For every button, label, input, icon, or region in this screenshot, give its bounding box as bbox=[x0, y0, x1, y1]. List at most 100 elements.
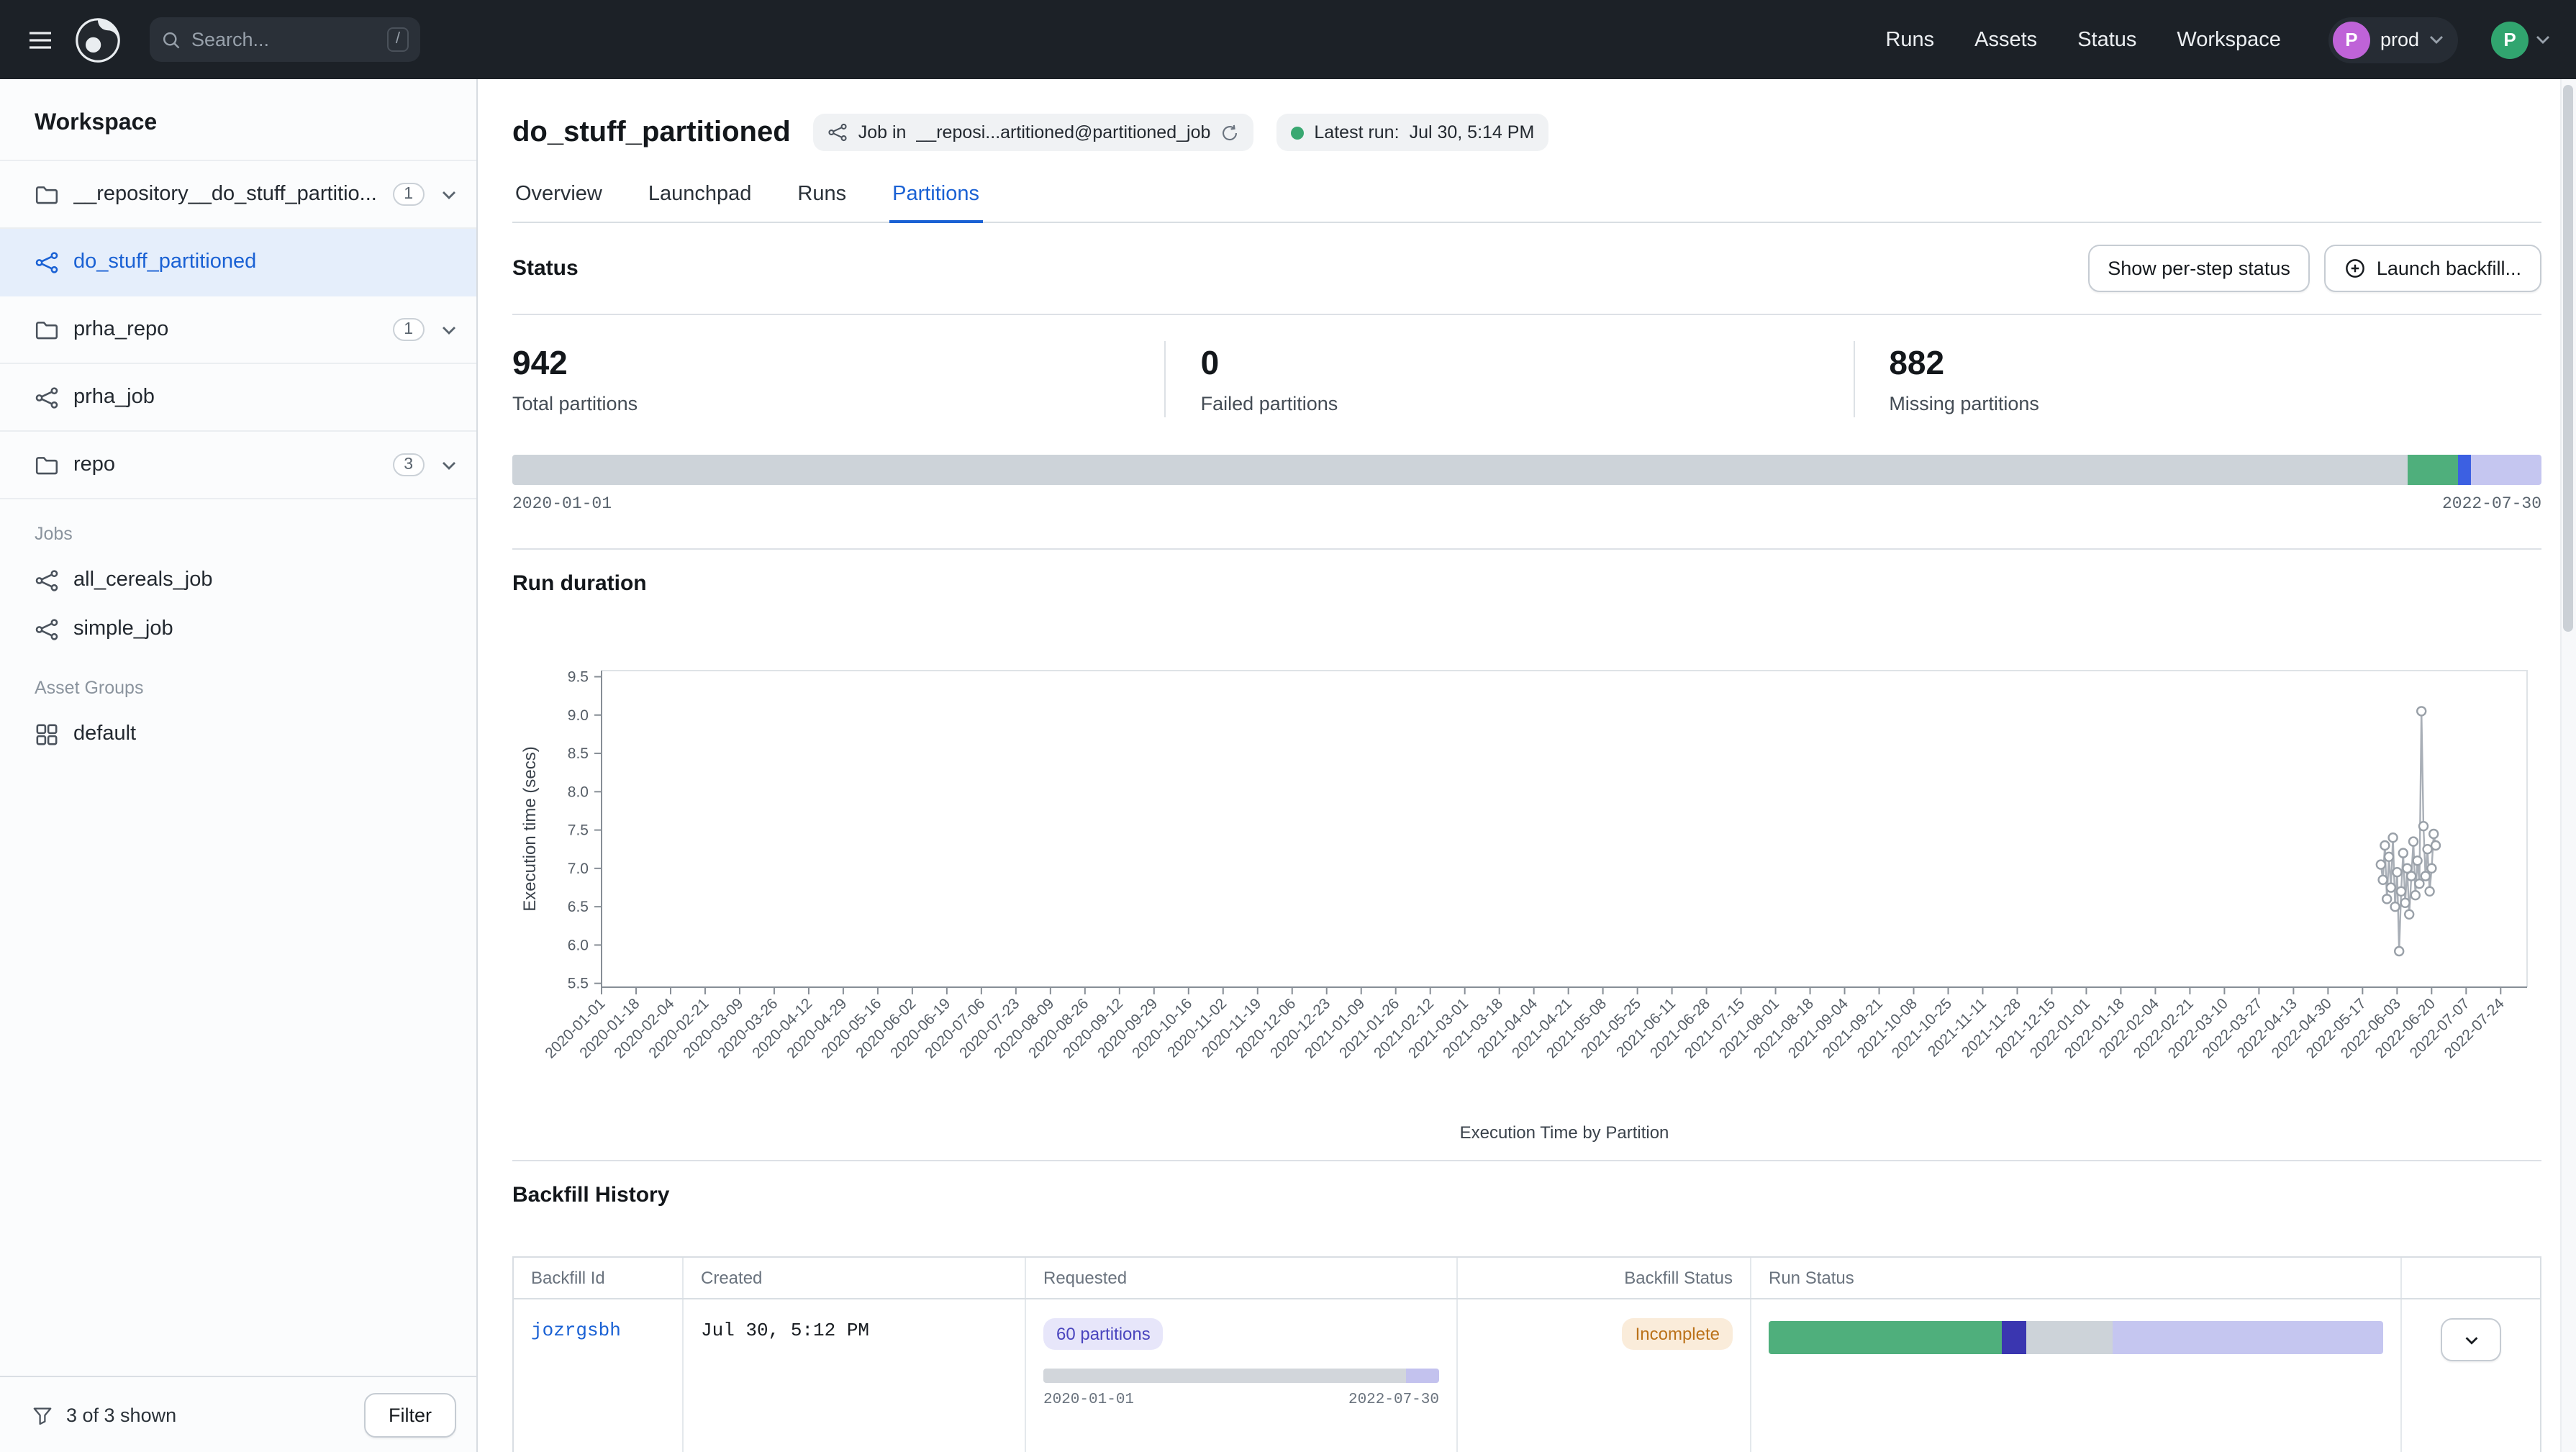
sidebar-item-prha-job[interactable]: prha_job bbox=[0, 364, 476, 432]
shown-count: 3 of 3 shown bbox=[66, 1404, 176, 1425]
job-icon bbox=[35, 250, 59, 274]
backfill-status-cell: Incomplete bbox=[1458, 1299, 1751, 1452]
dagster-logo[interactable] bbox=[73, 15, 122, 64]
chevron-down-icon bbox=[2536, 35, 2550, 45]
count-badge: 1 bbox=[392, 183, 425, 206]
sidebar-item-default[interactable]: default bbox=[0, 709, 476, 758]
launch-backfill-button[interactable]: Launch backfill... bbox=[2325, 245, 2541, 292]
svg-text:7.0: 7.0 bbox=[568, 861, 589, 877]
job-location-prefix: Job in bbox=[858, 122, 907, 142]
requested-partitions-badge[interactable]: 60 partitions bbox=[1043, 1318, 1164, 1350]
backfill-id-cell: jozrgsbh bbox=[514, 1299, 684, 1452]
partition-status-bar[interactable] bbox=[512, 455, 2541, 485]
user-avatar: P bbox=[2491, 21, 2529, 58]
bar-segment bbox=[1405, 1369, 1439, 1383]
deployment-avatar: P bbox=[2333, 21, 2370, 58]
bar-segment-missing bbox=[512, 455, 2408, 485]
sidebar-item-label: __repository__do_stuff_partitio... bbox=[73, 183, 377, 206]
run-duration-heading: Run duration bbox=[512, 571, 647, 596]
run-duration-section: Run duration 5.56.06.57.07.58.08.59.09.5… bbox=[512, 548, 2541, 1160]
dagster-logo-icon bbox=[73, 15, 122, 64]
chevron-down-icon bbox=[2462, 1330, 2480, 1349]
show-per-step-status-label: Show per-step status bbox=[2108, 258, 2290, 279]
stat-failed-partitions: 0 Failed partitions bbox=[1165, 341, 1854, 417]
run-status-bar[interactable] bbox=[1769, 1321, 2383, 1354]
bar-segment bbox=[1043, 1369, 1405, 1383]
requested-range-end: 2022-07-30 bbox=[1348, 1392, 1439, 1409]
tab-runs[interactable]: Runs bbox=[794, 183, 849, 222]
scrollbar-thumb[interactable] bbox=[2563, 85, 2573, 632]
sidebar-item-all-cereals-job[interactable]: all_cereals_job bbox=[0, 555, 476, 604]
app-root: / Runs Assets Status Workspace P prod P Wor… bbox=[0, 0, 2576, 1452]
svg-text:5.5: 5.5 bbox=[568, 976, 589, 992]
requested-range: 2020-01-012022-07-30 bbox=[1043, 1392, 1439, 1409]
tab-overview[interactable]: Overview bbox=[512, 183, 605, 222]
workspace-title: Workspace bbox=[0, 79, 476, 160]
search-input[interactable] bbox=[191, 29, 377, 50]
folder-icon bbox=[35, 182, 59, 207]
svg-text:9.0: 9.0 bbox=[568, 707, 589, 724]
nav-link-status[interactable]: Status bbox=[2077, 28, 2136, 51]
sidebar-item-repo[interactable]: repo3 bbox=[0, 432, 476, 499]
sidebar-item-label: simple_job bbox=[73, 617, 173, 640]
backfill-id-link[interactable]: jozrgsbh bbox=[531, 1320, 621, 1341]
svg-text:8.5: 8.5 bbox=[568, 745, 589, 762]
nav-link-assets[interactable]: Assets bbox=[1974, 28, 2037, 51]
stat-label: Failed partitions bbox=[1201, 393, 1819, 414]
latest-run-badge: Latest run: Jul 30, 5:14 PM bbox=[1276, 114, 1548, 151]
svg-text:6.0: 6.0 bbox=[568, 937, 589, 953]
sidebar-sections: Jobsall_cereals_jobsimple_jobAsset Group… bbox=[0, 499, 476, 758]
column-header-requested: Requested bbox=[1026, 1258, 1458, 1298]
stat-label: Total partitions bbox=[512, 393, 1130, 414]
nav-link-workspace[interactable]: Workspace bbox=[2177, 28, 2281, 51]
stat-value: 0 bbox=[1201, 344, 1819, 383]
sidebar-item-do-stuff-partitioned[interactable]: do_stuff_partitioned bbox=[0, 229, 476, 296]
sidebar-item-repository-do-stuff-partitio[interactable]: __repository__do_stuff_partitio... 1 bbox=[0, 161, 476, 229]
deployment-switcher[interactable]: P prod bbox=[2328, 17, 2458, 63]
tab-partitions[interactable]: Partitions bbox=[889, 183, 982, 222]
svg-text:6.5: 6.5 bbox=[568, 899, 589, 915]
backfill-table-header: Backfill IdCreatedRequestedBackfill Stat… bbox=[514, 1258, 2540, 1299]
nav-link-runs[interactable]: Runs bbox=[1885, 28, 1934, 51]
folder-icon bbox=[35, 317, 59, 342]
bar-segment bbox=[2003, 1321, 2027, 1354]
user-menu[interactable]: P bbox=[2491, 21, 2550, 58]
requested-progress-bar bbox=[1043, 1369, 1439, 1383]
show-per-step-status-button[interactable]: Show per-step status bbox=[2087, 245, 2310, 292]
stat-label: Missing partitions bbox=[1889, 393, 2507, 414]
tab-launchpad[interactable]: Launchpad bbox=[645, 183, 755, 222]
bar-segment bbox=[2027, 1321, 2113, 1354]
svg-text:8.0: 8.0 bbox=[568, 784, 589, 800]
reload-icon[interactable] bbox=[1220, 123, 1239, 142]
job-location-badge: Job in __reposi...artitioned@partitioned… bbox=[814, 114, 1254, 151]
sidebar-repo-list: __repository__do_stuff_partitio... 1 do_st… bbox=[0, 160, 476, 499]
chevron-down-icon[interactable] bbox=[442, 460, 456, 470]
plus-circle-icon bbox=[2345, 258, 2367, 279]
sidebar-item-prha-repo[interactable]: prha_repo1 bbox=[0, 296, 476, 364]
partition-range-end: 2022-07-30 bbox=[2442, 495, 2541, 514]
sidebar-item-label: prha_job bbox=[73, 386, 155, 409]
partition-range-start: 2020-01-01 bbox=[512, 495, 612, 514]
status-actions: Show per-step status Launch backfill... bbox=[2087, 245, 2541, 292]
expand-row-button[interactable] bbox=[2441, 1318, 2501, 1361]
job-location-link[interactable]: __reposi...artitioned@partitioned_job bbox=[916, 122, 1210, 142]
column-header-created: Created bbox=[684, 1258, 1026, 1298]
search-box[interactable]: / bbox=[150, 17, 420, 62]
svg-text:Execution Time by Partition: Execution Time by Partition bbox=[1460, 1123, 1669, 1143]
latest-run-label: Latest run: bbox=[1314, 122, 1399, 142]
page-header: do_stuff_partitioned Job in __reposi...a… bbox=[512, 114, 2541, 151]
scrollbar[interactable] bbox=[2560, 79, 2576, 1452]
hamburger-menu-button[interactable] bbox=[26, 25, 55, 54]
column-header-backfill-status: Backfill Status bbox=[1458, 1258, 1751, 1298]
stat-value: 882 bbox=[1889, 344, 2507, 383]
row-actions-cell bbox=[2402, 1299, 2540, 1452]
bar-segment-in_progress bbox=[2458, 455, 2470, 485]
partition-stats: 942Total partitions0Failed partitions882… bbox=[512, 315, 2541, 446]
latest-run-link[interactable]: Jul 30, 5:14 PM bbox=[1410, 122, 1535, 142]
chevron-down-icon[interactable] bbox=[442, 325, 456, 335]
filter-button[interactable]: Filter bbox=[364, 1392, 456, 1437]
sidebar-item-simple-job[interactable]: simple_job bbox=[0, 604, 476, 653]
bar-segment-queued bbox=[2470, 455, 2541, 485]
tab-bar: Overview Launchpad Runs Partitions bbox=[512, 183, 2541, 223]
chevron-down-icon[interactable] bbox=[442, 189, 456, 199]
